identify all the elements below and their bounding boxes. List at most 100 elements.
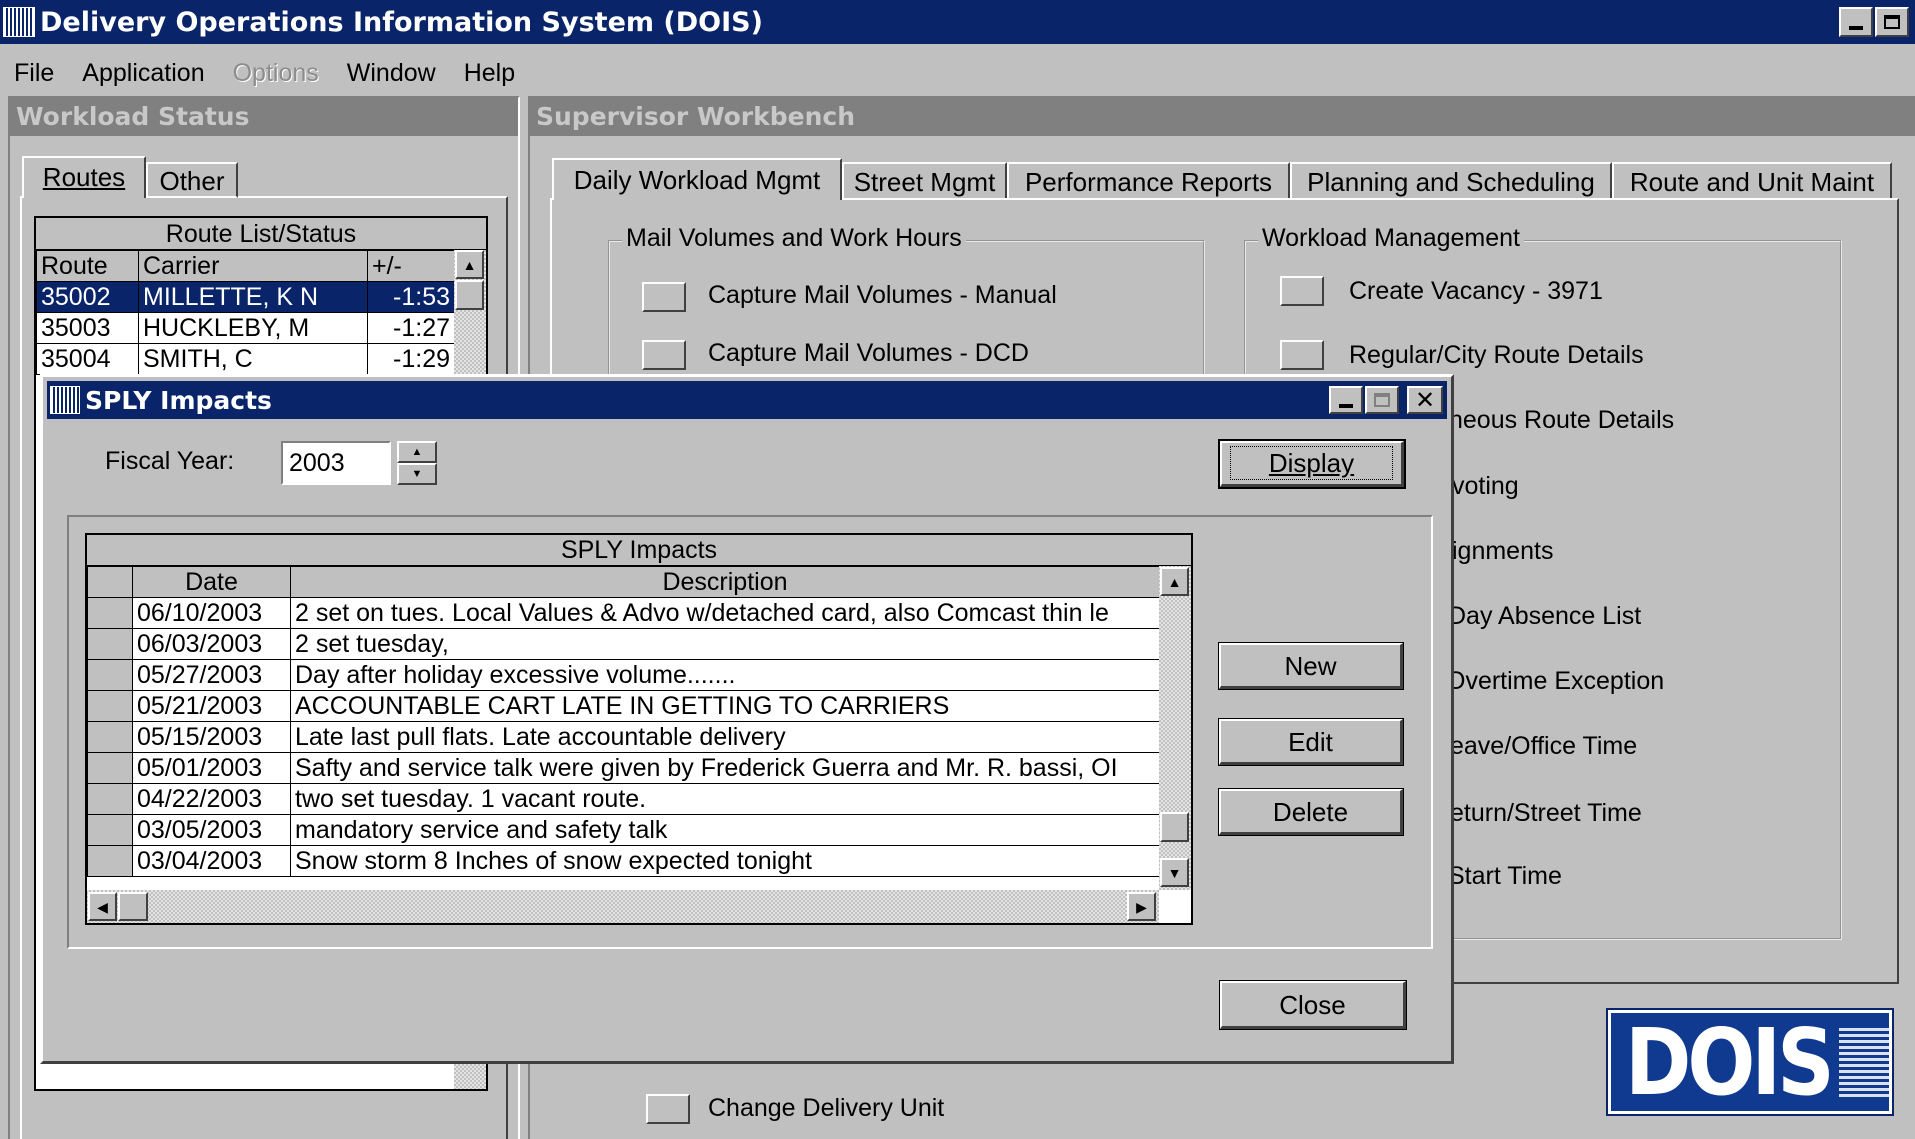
- edit-button[interactable]: Edit: [1218, 718, 1404, 766]
- route-row[interactable]: 35004 SMITH, C -1:29: [36, 343, 455, 375]
- sply-grid-vscrollbar[interactable]: ▲ ▼: [1159, 566, 1191, 890]
- tab-performance-reports-label: Performance Reports: [1024, 167, 1273, 197]
- sply-impacts-grid: SPLY Impacts Date Description 06/10/2003…: [85, 533, 1193, 925]
- date-cell: 03/04/2003: [132, 845, 291, 877]
- close-button[interactable]: Close: [1219, 980, 1407, 1030]
- column-header-date[interactable]: Date: [132, 566, 291, 598]
- new-button[interactable]: New: [1218, 642, 1404, 690]
- description-cell: Snow storm 8 Inches of snow expected ton…: [290, 845, 1160, 877]
- create-vacancy-label: Create Vacancy - 3971: [1349, 277, 1603, 305]
- tab-daily-workload-mgmt[interactable]: Daily Workload Mgmt: [552, 158, 842, 200]
- row-selector[interactable]: [87, 690, 133, 722]
- pivoting-label[interactable]: voting: [1452, 472, 1519, 501]
- row-selector[interactable]: [87, 783, 133, 815]
- sply-row[interactable]: 06/03/2003 2 set tuesday,: [87, 628, 1160, 660]
- misc-route-details-label[interactable]: neous Route Details: [1449, 406, 1674, 435]
- dois-logo-mark: [1838, 1027, 1889, 1097]
- menu-help[interactable]: Help: [450, 44, 529, 102]
- tab-performance-reports[interactable]: Performance Reports: [1007, 162, 1290, 198]
- tab-planning-and-scheduling[interactable]: Planning and Scheduling: [1290, 162, 1612, 198]
- row-selector[interactable]: [87, 752, 133, 784]
- hscrollbar-thumb[interactable]: [118, 892, 148, 921]
- regular-city-route-details-label: Regular/City Route Details: [1349, 341, 1644, 369]
- dialog-title-bar[interactable]: SPLY Impacts ✕: [47, 381, 1447, 419]
- minimize-icon: [1849, 26, 1863, 30]
- fiscal-year-input[interactable]: 2003: [281, 441, 391, 485]
- arrow-up-icon: ▲: [462, 256, 477, 273]
- change-delivery-unit-button[interactable]: [646, 1094, 690, 1124]
- route-row[interactable]: 35002 MILLETTE, K N -1:53: [36, 281, 455, 313]
- sply-row[interactable]: 03/05/2003 mandatory service and safety t…: [87, 814, 1160, 846]
- sply-row[interactable]: 04/22/2003 two set tuesday. 1 vacant rout…: [87, 783, 1160, 815]
- menu-file[interactable]: File: [0, 44, 68, 102]
- description-cell: ACCOUNTABLE CART LATE IN GETTING TO CARR…: [290, 690, 1160, 722]
- scroll-up-button[interactable]: ▲: [455, 250, 484, 279]
- row-selector[interactable]: [87, 814, 133, 846]
- dialog-minimize-button[interactable]: [1329, 386, 1363, 414]
- row-selector[interactable]: [87, 597, 133, 629]
- tab-route-and-unit-maint[interactable]: Route and Unit Maint: [1612, 162, 1892, 198]
- sply-impacts-dialog: SPLY Impacts ✕ Fiscal Year: 2003 ▲ ▼ Dis…: [40, 374, 1454, 1064]
- capture-mail-manual-button[interactable]: [642, 282, 686, 312]
- menu-options: Options: [232, 59, 319, 87]
- row-selector[interactable]: [87, 628, 133, 660]
- tab-route-unit-label: Route and Unit Maint: [1629, 167, 1875, 197]
- sply-grid-hscrollbar[interactable]: ◀ ▶: [87, 890, 1159, 923]
- sply-grid-table: Date Description 06/10/2003 2 set on tues…: [87, 566, 1160, 877]
- delete-button[interactable]: Delete: [1218, 788, 1404, 836]
- app-title: Delivery Operations Information System (…: [40, 6, 763, 38]
- route-row[interactable]: 35003 HUCKLEBY, M -1:27: [36, 312, 455, 344]
- overtime-exception-label[interactable]: Overtime Exception: [1446, 667, 1664, 696]
- date-cell: 05/27/2003: [132, 659, 291, 691]
- carrier-cell: SMITH, C: [138, 343, 368, 375]
- sply-row[interactable]: 03/04/2003 Snow storm 8 Inches of snow ex…: [87, 845, 1160, 877]
- row-selector-header: [87, 566, 133, 598]
- scroll-right-button[interactable]: ▶: [1127, 892, 1156, 921]
- menu-window[interactable]: Window: [333, 44, 450, 102]
- scroll-down-button[interactable]: ▼: [1160, 858, 1189, 887]
- tab-street-mgmt[interactable]: Street Mgmt: [842, 162, 1007, 198]
- column-header-carrier[interactable]: Carrier: [138, 250, 368, 282]
- date-cell: 04/22/2003: [132, 783, 291, 815]
- row-selector[interactable]: [87, 845, 133, 877]
- fiscal-year-spin-down[interactable]: ▼: [397, 463, 437, 485]
- tab-other[interactable]: Other: [146, 162, 238, 198]
- column-header-diff[interactable]: +/-: [367, 250, 455, 282]
- sply-row[interactable]: 05/01/2003 Safty and service talk were gi…: [87, 752, 1160, 784]
- menu-application[interactable]: Application: [68, 44, 218, 102]
- close-button-label: Close: [1279, 990, 1346, 1020]
- assignments-label[interactable]: ignments: [1452, 537, 1553, 566]
- new-button-label: New: [1284, 651, 1337, 681]
- create-vacancy-button[interactable]: [1280, 276, 1324, 306]
- description-cell: Late last pull flats. Late accountable d…: [290, 721, 1160, 753]
- return-street-time-label[interactable]: eturn/Street Time: [1450, 799, 1642, 828]
- day-absence-list-label[interactable]: Day Absence List: [1448, 602, 1641, 631]
- scrollbar-thumb[interactable]: [455, 280, 484, 310]
- tab-routes[interactable]: Routes: [22, 156, 146, 198]
- start-time-label[interactable]: Start Time: [1448, 862, 1562, 891]
- minimize-button[interactable]: [1839, 7, 1873, 37]
- sply-row[interactable]: 05/21/2003 ACCOUNTABLE CART LATE IN GETTI…: [87, 690, 1160, 722]
- dialog-close-button[interactable]: ✕: [1407, 386, 1443, 414]
- scrollbar-thumb[interactable]: [1160, 812, 1189, 842]
- regular-city-route-details-button[interactable]: [1280, 340, 1324, 370]
- maximize-button[interactable]: [1875, 7, 1909, 37]
- leave-office-time-label[interactable]: eave/Office Time: [1450, 732, 1637, 761]
- sply-grid-caption: SPLY Impacts: [87, 535, 1191, 566]
- capture-mail-dcd-button[interactable]: [642, 340, 686, 370]
- row-selector[interactable]: [87, 659, 133, 691]
- column-header-route[interactable]: Route: [36, 250, 139, 282]
- fiscal-year-spin-up[interactable]: ▲: [397, 441, 437, 463]
- date-cell: 05/01/2003: [132, 752, 291, 784]
- app-title-bar[interactable]: Delivery Operations Information System (…: [0, 0, 1915, 44]
- scroll-up-button[interactable]: ▲: [1160, 567, 1189, 596]
- column-header-description[interactable]: Description: [290, 566, 1160, 598]
- display-button[interactable]: Display: [1218, 439, 1406, 489]
- route-list-caption: Route List/Status: [36, 218, 486, 250]
- sply-row[interactable]: 06/10/2003 2 set on tues. Local Values & …: [87, 597, 1160, 629]
- row-selector[interactable]: [87, 721, 133, 753]
- sply-row[interactable]: 05/27/2003 Day after holiday excessive vo…: [87, 659, 1160, 691]
- scroll-left-button[interactable]: ◀: [88, 892, 117, 921]
- date-cell: 05/15/2003: [132, 721, 291, 753]
- sply-row[interactable]: 05/15/2003 Late last pull flats. Late acc…: [87, 721, 1160, 753]
